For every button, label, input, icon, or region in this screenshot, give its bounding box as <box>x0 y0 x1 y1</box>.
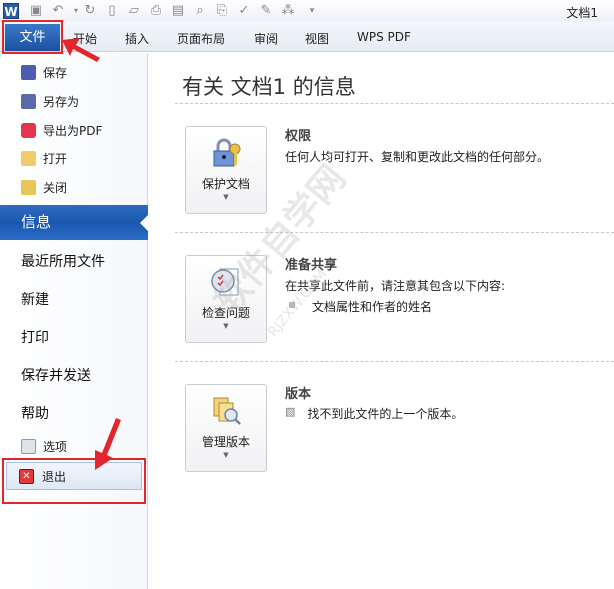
arrow-to-exit-icon <box>95 418 121 470</box>
annotation-arrows <box>62 38 121 470</box>
arrow-to-file-tab-icon <box>62 38 100 62</box>
